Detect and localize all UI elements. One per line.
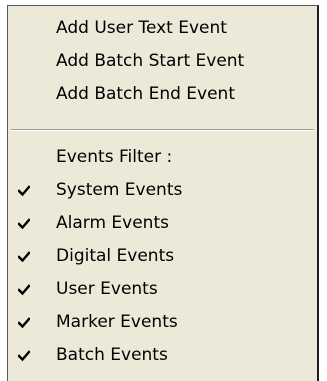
checkmark-icon bbox=[18, 185, 30, 197]
checkmark-icon bbox=[18, 350, 30, 362]
filter-item-label: System Events bbox=[56, 180, 183, 200]
menu-separator bbox=[11, 129, 314, 131]
filter-item-alarm-events[interactable]: Alarm Events bbox=[8, 208, 317, 238]
menu-item-label: Add Batch End Event bbox=[56, 84, 235, 104]
checkmark-icon bbox=[18, 317, 30, 329]
context-menu: Add User Text Event Add Batch Start Even… bbox=[7, 5, 319, 381]
filter-item-batch-events[interactable]: Batch Events bbox=[8, 340, 317, 370]
checkmark-icon bbox=[18, 284, 30, 296]
filter-header-label: Events Filter : bbox=[56, 147, 173, 167]
filter-item-label: Digital Events bbox=[56, 246, 175, 266]
filter-item-system-events[interactable]: System Events bbox=[8, 175, 317, 205]
checkmark-icon bbox=[18, 218, 30, 230]
menu-item-add-user-text-event[interactable]: Add User Text Event bbox=[8, 13, 317, 43]
filter-item-label: Alarm Events bbox=[56, 213, 169, 233]
filter-item-user-events[interactable]: User Events bbox=[8, 274, 317, 304]
menu-item-label: Add Batch Start Event bbox=[56, 51, 245, 71]
menu-item-add-batch-end-event[interactable]: Add Batch End Event bbox=[8, 79, 317, 109]
filter-item-label: User Events bbox=[56, 279, 158, 299]
filter-item-marker-events[interactable]: Marker Events bbox=[8, 307, 317, 337]
filter-item-label: Marker Events bbox=[56, 312, 178, 332]
events-filter-header: Events Filter : bbox=[8, 142, 317, 172]
menu-item-add-batch-start-event[interactable]: Add Batch Start Event bbox=[8, 46, 317, 76]
menu-item-label: Add User Text Event bbox=[56, 18, 227, 38]
filter-item-label: Batch Events bbox=[56, 345, 168, 365]
filter-item-digital-events[interactable]: Digital Events bbox=[8, 241, 317, 271]
checkmark-icon bbox=[18, 251, 30, 263]
